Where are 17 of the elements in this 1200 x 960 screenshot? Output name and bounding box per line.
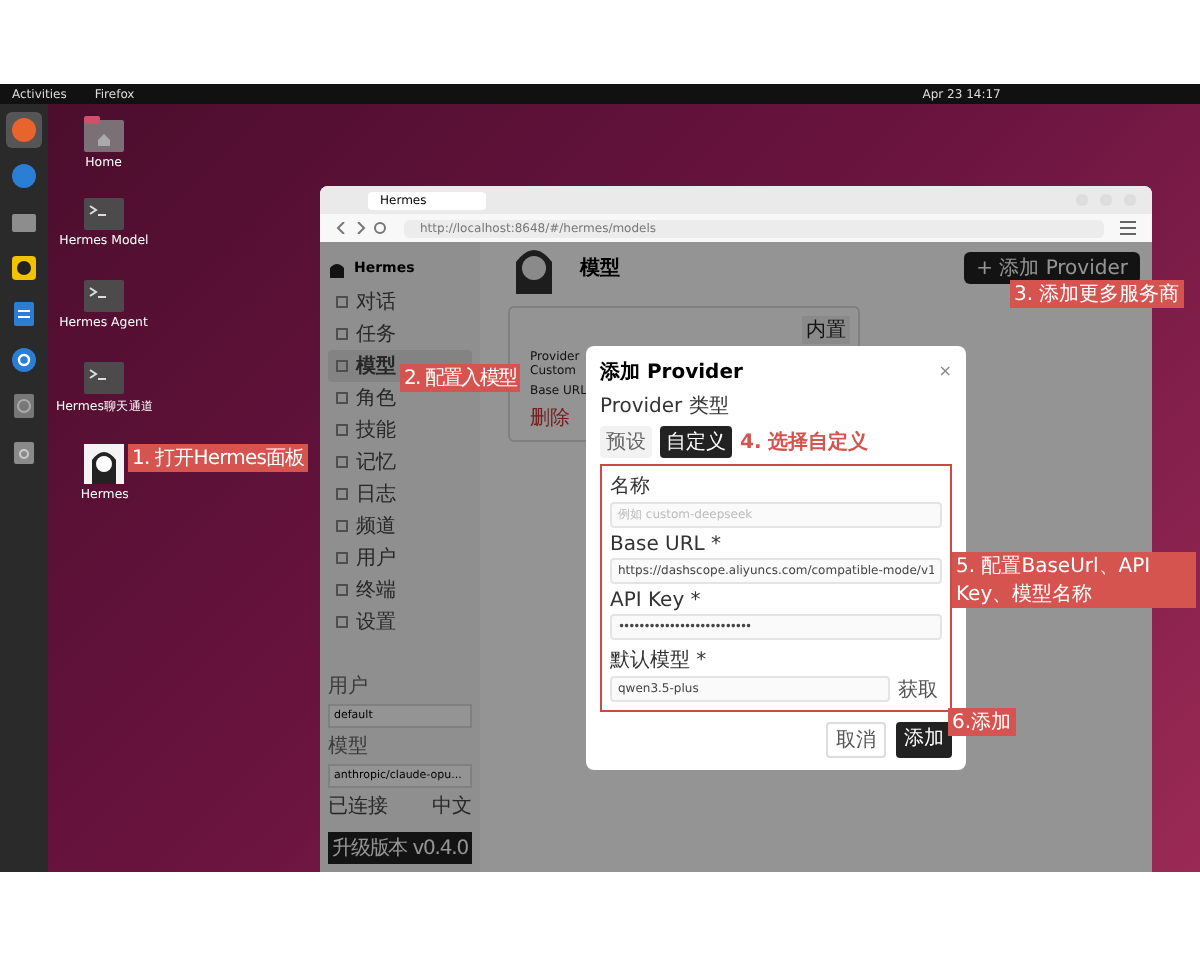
status-text: 已连接: [328, 793, 388, 820]
field-label: 默认模型 *: [610, 647, 709, 673]
annotation: 2. 配置入模型: [400, 364, 521, 392]
model-label: 模型: [328, 733, 370, 760]
annotation: 3. 添加更多服务商: [1010, 280, 1184, 308]
page-title: 模型: [580, 255, 620, 282]
user-label: 用户: [328, 673, 370, 700]
annotation: 1. 打开Hermes面板: [128, 444, 309, 472]
tag: 内置: [802, 316, 850, 344]
annotation: 4. 选择自定义: [740, 428, 869, 455]
field-label: Provider 类型: [600, 393, 731, 419]
annotation: 5. 配置BaseUrl、API Key、模型名称: [952, 552, 1196, 608]
annotation: 6.添加: [948, 708, 1016, 736]
field-label: 名称: [610, 473, 652, 499]
field-label: Base URL *: [610, 533, 724, 555]
modal-title: 添加 Provider: [600, 359, 743, 385]
field-label: API Key *: [610, 589, 703, 611]
